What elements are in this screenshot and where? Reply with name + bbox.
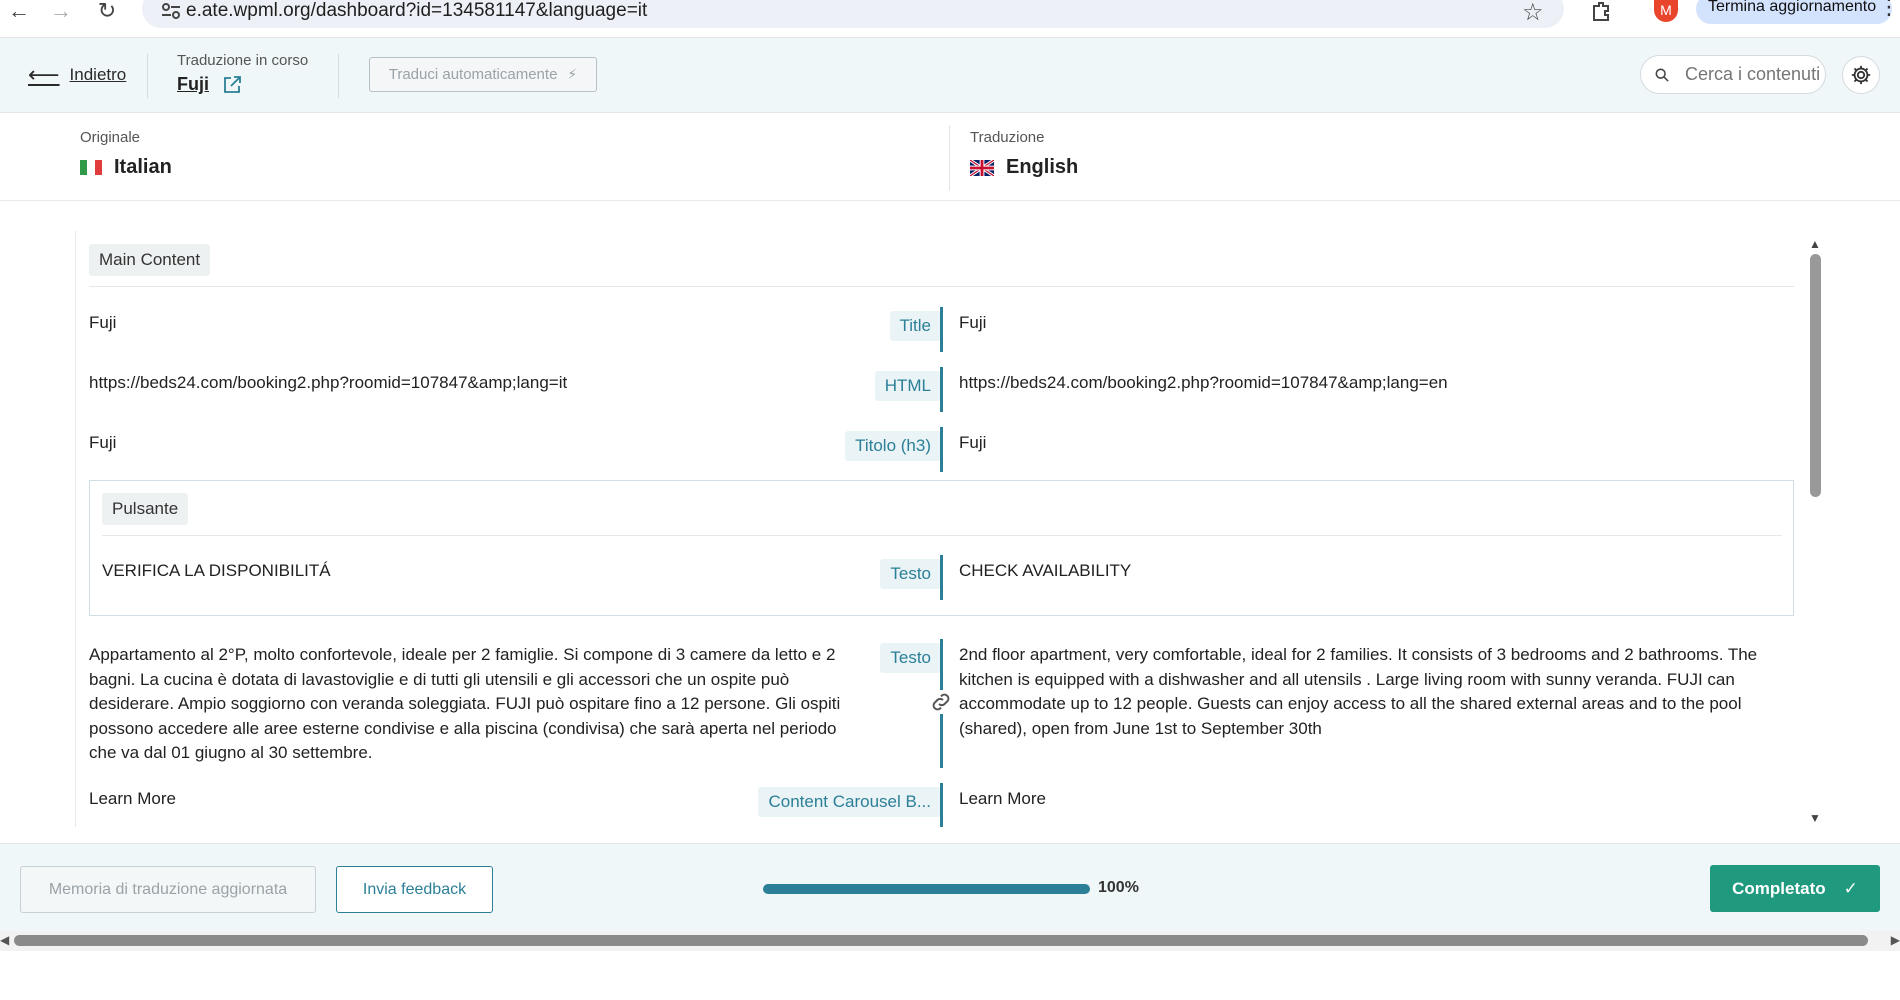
section-tag-main-content: Main Content [89, 244, 211, 276]
source-segment[interactable]: Appartamento al 2°P, molto confortevole,… [89, 643, 866, 766]
target-segment[interactable]: https://beds24.com/booking2.php?roomid=1… [959, 371, 1779, 396]
source-language-name: Italian [114, 156, 172, 178]
search-input[interactable] [1685, 64, 1825, 85]
profile-avatar[interactable]: M [1654, 0, 1678, 22]
source-language: Originale Italian [80, 129, 172, 179]
url-text[interactable]: e.ate.wpml.org/dashboard?id=134581147&la… [186, 0, 647, 22]
gear-icon [1851, 65, 1871, 85]
segment-status-bar [940, 783, 943, 827]
browser-toolbar: ← → ↻ e.ate.wpml.org/dashboard?id=134581… [0, 0, 1900, 38]
divider [147, 54, 148, 98]
source-language-caption: Originale [80, 129, 141, 146]
complete-button[interactable]: Completato ✓ [1710, 865, 1880, 912]
back-link[interactable]: ⟵ Indietro [28, 62, 126, 88]
field-type-badge: Title [889, 311, 941, 341]
translation-editor: Main Content Fuji Title Fuji https://bed… [75, 231, 1805, 827]
scroll-down-arrow-icon[interactable]: ▼ [1809, 811, 1821, 825]
document-title-text[interactable]: Fuji [177, 74, 209, 95]
back-link-label: Indietro [69, 65, 127, 84]
scroll-up-arrow-icon[interactable]: ▲ [1809, 237, 1821, 251]
blank-area [0, 951, 1900, 1000]
search-box[interactable] [1640, 55, 1826, 94]
field-type-badge: Testo [880, 643, 941, 673]
translation-status-label: Traduzione in corso [177, 52, 309, 69]
update-button[interactable]: Termina aggiornamento [1696, 0, 1892, 24]
link-icon[interactable] [929, 690, 953, 714]
source-segment[interactable]: Fuji [89, 431, 849, 456]
settings-button[interactable] [1842, 56, 1880, 94]
target-segment[interactable]: Learn More [959, 787, 1779, 812]
scrollbar-thumb[interactable] [1810, 254, 1821, 497]
progress-bar-fill [763, 884, 1090, 894]
section-tag-pulsante: Pulsante [102, 493, 189, 525]
field-type-badge: Titolo (h3) [845, 431, 941, 461]
target-language-caption: Traduzione [970, 129, 1045, 146]
source-segment[interactable]: Fuji [89, 311, 849, 336]
target-segment[interactable]: 2nd floor apartment, very comfortable, i… [959, 643, 1789, 741]
progress-percent: 100% [1098, 879, 1139, 896]
source-segment[interactable]: Learn More [89, 787, 729, 812]
progress-bar [763, 884, 1090, 894]
divider [949, 125, 950, 191]
field-type-badge: HTML [874, 371, 941, 401]
site-settings-icon[interactable] [160, 1, 182, 21]
horizontal-scrollbar[interactable]: ◀ ▶ [0, 931, 1900, 951]
bookmark-star-icon[interactable]: ☆ [1522, 0, 1544, 27]
extensions-icon[interactable] [1590, 0, 1612, 22]
auto-translate-label: Traduci automaticamente [388, 66, 558, 83]
external-link-icon[interactable] [223, 75, 241, 94]
target-language-name: English [1006, 156, 1079, 178]
target-segment[interactable]: CHECK AVAILABILITY [959, 559, 1779, 584]
scroll-left-arrow-icon[interactable]: ◀ [0, 933, 9, 947]
send-feedback-button[interactable]: Invia feedback [336, 866, 493, 913]
source-segment[interactable]: https://beds24.com/booking2.php?roomid=1… [89, 371, 849, 396]
segment-status-bar [940, 427, 943, 472]
lightning-icon: ⚡︎ [567, 66, 578, 82]
editor-footer: Memoria di traduzione aggiornata Invia f… [0, 843, 1900, 931]
target-language: Traduzione English [970, 129, 1078, 179]
arrow-left-icon: ⟵ [28, 62, 60, 87]
divider [89, 286, 1794, 287]
auto-translate-button[interactable]: Traduci automaticamente ⚡︎ [369, 57, 597, 92]
editor-header: ⟵ Indietro Traduzione in corso Fuji Trad… [0, 38, 1900, 113]
field-type-badge: Testo [880, 559, 941, 589]
segment-status-bar [940, 367, 943, 412]
target-segment[interactable]: Fuji [959, 311, 1779, 336]
target-segment[interactable]: Fuji [959, 431, 1779, 456]
browser-menu-icon[interactable]: ⋮ [1878, 0, 1900, 20]
uk-flag-icon [970, 159, 994, 176]
translation-memory-button[interactable]: Memoria di traduzione aggiornata [20, 866, 316, 913]
segment-status-bar [940, 307, 943, 352]
segment-status-bar [940, 555, 943, 600]
italy-flag-icon [80, 160, 102, 175]
language-row: Originale Italian Traduzione English [0, 113, 1900, 201]
field-type-badge: Content Carousel B... [758, 787, 941, 817]
checkmark-icon: ✓ [1843, 878, 1858, 898]
document-title[interactable]: Fuji [177, 74, 241, 95]
divider [338, 54, 339, 98]
search-icon [1655, 68, 1669, 82]
scroll-right-arrow-icon[interactable]: ▶ [1891, 933, 1900, 947]
complete-button-label: Completato [1732, 878, 1826, 898]
divider [102, 535, 1782, 536]
forward-nav-icon[interactable]: → [48, 0, 74, 23]
source-segment[interactable]: VERIFICA LA DISPONIBILITÁ [102, 559, 842, 584]
scrollbar-thumb[interactable] [14, 935, 1868, 946]
back-nav-icon[interactable]: ← [6, 0, 32, 23]
vertical-scrollbar[interactable]: ▲ ▼ [1806, 231, 1824, 827]
reload-icon[interactable]: ↻ [94, 0, 120, 23]
